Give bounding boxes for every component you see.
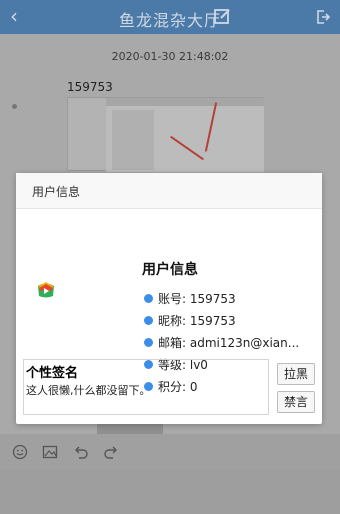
undo-icon[interactable] bbox=[73, 444, 89, 460]
app-logo-icon bbox=[36, 280, 56, 304]
mute-button[interactable]: 禁言 bbox=[277, 391, 315, 413]
signature-title: 个性签名 bbox=[26, 366, 79, 381]
emoji-icon[interactable] bbox=[12, 444, 28, 460]
email-text: 邮箱: admi123n@xian... bbox=[158, 335, 300, 350]
signature-box: 个性签名 这人很懒,什么都没留下。 bbox=[23, 359, 269, 415]
top-bar: ‹ 鱼龙混杂大厅 bbox=[0, 0, 340, 34]
input-toolbar bbox=[0, 434, 340, 470]
image-column bbox=[112, 110, 154, 170]
dialog-header: 用户信息 bbox=[16, 173, 322, 209]
avatar bbox=[12, 104, 17, 109]
image-panel bbox=[106, 98, 264, 172]
nickname-text: 昵称: 159753 bbox=[158, 313, 236, 328]
exit-icon[interactable] bbox=[316, 9, 331, 28]
block-button[interactable]: 拉黑 bbox=[277, 363, 315, 385]
annotation-arrow bbox=[170, 135, 204, 161]
bullet-icon bbox=[144, 315, 153, 325]
edit-icon[interactable] bbox=[214, 8, 231, 29]
message-image[interactable] bbox=[67, 97, 264, 172]
message-timestamp: 2020-01-30 21:48:02 bbox=[111, 50, 229, 63]
bullet-icon bbox=[144, 337, 153, 347]
message-sender: 159753 bbox=[67, 80, 113, 94]
dialog-title: 用户信息 bbox=[32, 185, 81, 199]
image-bar bbox=[106, 98, 264, 106]
image-icon[interactable] bbox=[42, 444, 58, 460]
dialog-body: 用户信息 账号: 159753 昵称: 159753 邮箱: admi123n@… bbox=[16, 209, 322, 424]
page-title: 鱼龙混杂大厅 bbox=[118, 11, 221, 30]
redo-icon[interactable] bbox=[103, 444, 119, 460]
account-text: 账号: 159753 bbox=[158, 291, 236, 306]
nickname-item: 昵称: 159753 bbox=[144, 309, 299, 331]
signature-text: 这人很懒,什么都没留下。 bbox=[26, 384, 151, 397]
message-input-area[interactable] bbox=[0, 470, 340, 514]
email-item: 邮箱: admi123n@xian... bbox=[144, 331, 299, 353]
bullet-icon bbox=[144, 293, 153, 303]
info-title: 用户信息 bbox=[142, 262, 198, 278]
account-item: 账号: 159753 bbox=[144, 287, 299, 309]
user-info-dialog: 用户信息 用户信息 账号: 159753 昵称: 159753 邮箱: admi… bbox=[16, 173, 322, 424]
annotation-arrow bbox=[204, 102, 218, 152]
